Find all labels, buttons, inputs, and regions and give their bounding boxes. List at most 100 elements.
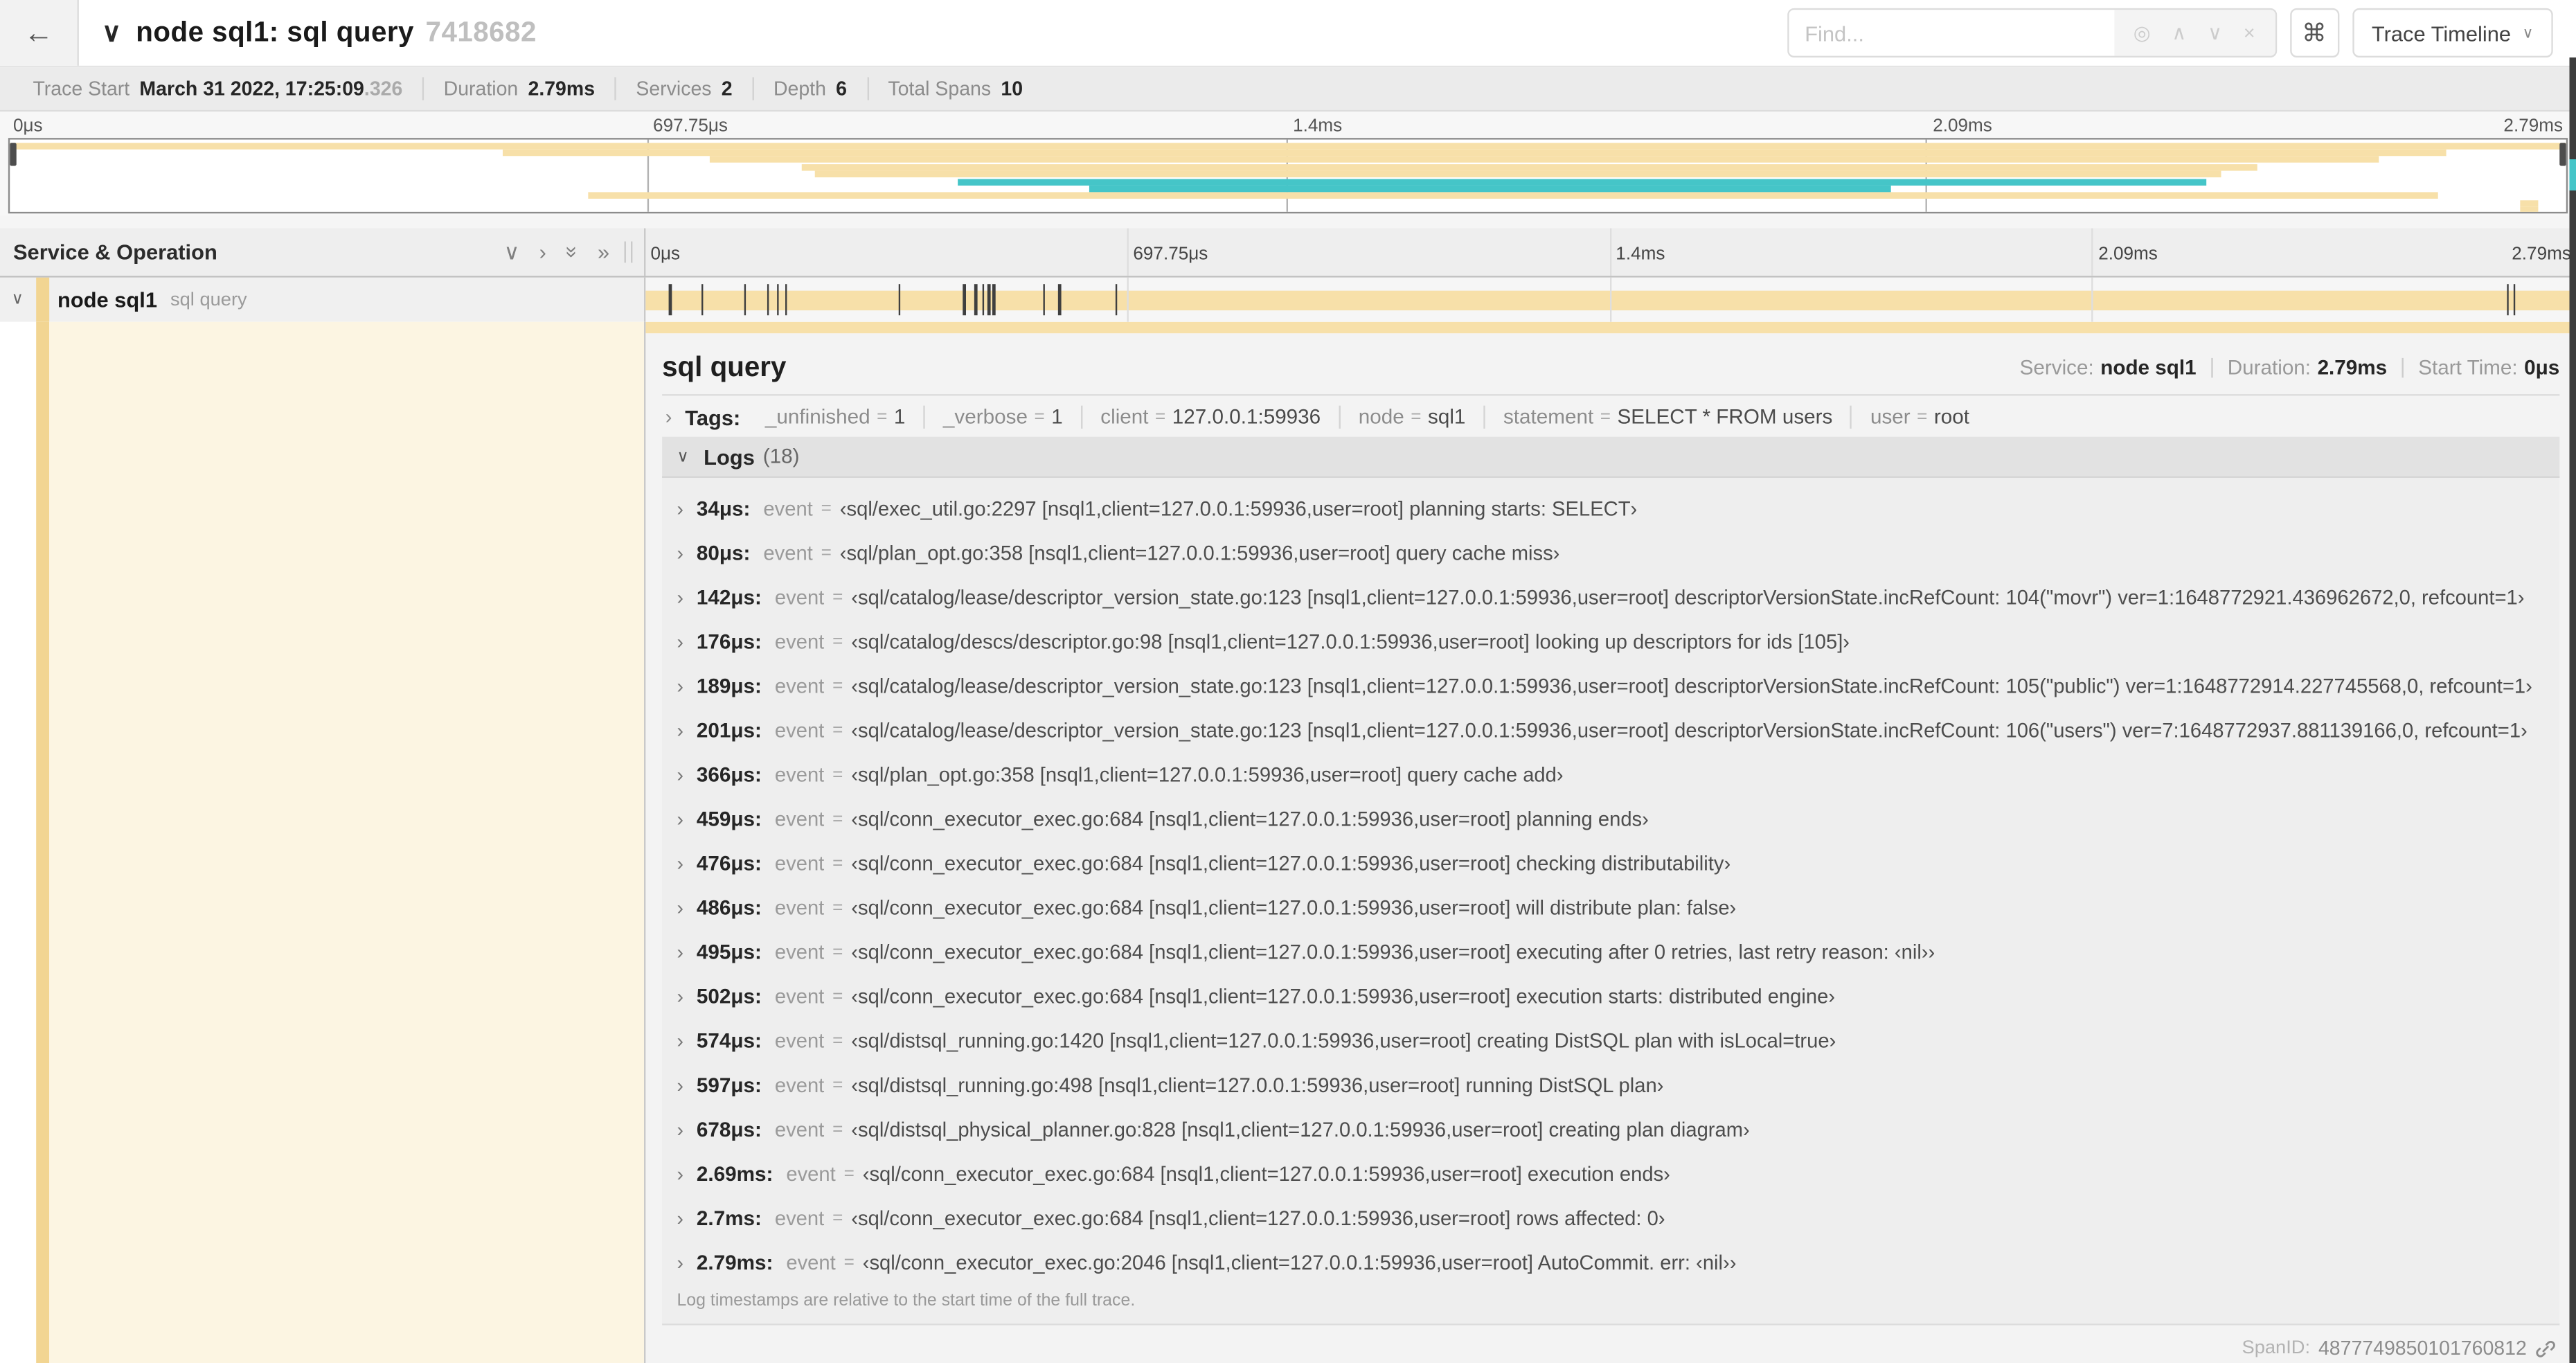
log-expand-chevron-icon[interactable]: › — [677, 1028, 696, 1051]
prev-match-icon[interactable]: ∧ — [2172, 23, 2186, 42]
log-marker[interactable] — [1042, 284, 1045, 316]
span-meta-item: Service: node sql1 — [2020, 355, 2197, 378]
log-marker[interactable] — [2514, 284, 2516, 316]
column-resize-grip[interactable] — [624, 241, 633, 263]
log-row[interactable]: › 2.7ms: event = ‹sql/conn_executor_exec.go:… — [677, 1195, 2559, 1240]
log-expand-chevron-icon[interactable]: › — [677, 1206, 696, 1229]
log-row[interactable]: › 2.79ms: event = ‹sql/conn_executor_exec.go… — [677, 1240, 2559, 1284]
expand-all-icon[interactable]: » — [598, 240, 609, 265]
tag-item[interactable]: user = root — [1850, 405, 1987, 429]
keyboard-shortcuts-button[interactable]: ⌘ — [2289, 8, 2339, 57]
log-field-key: event — [774, 763, 825, 786]
log-row[interactable]: › 176μs: event = ‹sql/catalog/descs/descript… — [677, 619, 2559, 663]
collapse-all-icon[interactable]: » — [560, 246, 584, 258]
log-marker[interactable] — [767, 284, 770, 316]
trace-collapse-chevron-icon[interactable]: ∨ — [102, 17, 121, 49]
expand-one-icon[interactable]: › — [539, 240, 546, 265]
span-operation-name: sql query — [170, 289, 247, 310]
log-marker[interactable] — [899, 284, 902, 316]
log-row[interactable]: › 201μs: event = ‹sql/catalog/lease/descript… — [677, 708, 2559, 752]
span-collapse-chevron-icon[interactable]: ∨ — [12, 291, 24, 309]
collapse-one-icon[interactable]: ∨ — [504, 239, 520, 265]
log-timestamp: 459μs: — [696, 807, 762, 830]
log-row[interactable]: › 574μs: event = ‹sql/distsql_running.go:142… — [677, 1018, 2559, 1062]
log-marker[interactable] — [701, 284, 704, 316]
logs-header[interactable]: ∨ Logs (18) — [662, 436, 2560, 478]
log-row[interactable]: › 80μs: event = ‹sql/plan_opt.go:358 [nsql1,… — [677, 531, 2559, 575]
log-row[interactable]: › 678μs: event = ‹sql/distsql_physical_plann… — [677, 1107, 2559, 1151]
log-marker[interactable] — [1058, 284, 1061, 316]
log-row[interactable]: › 189μs: event = ‹sql/catalog/lease/descript… — [677, 663, 2559, 708]
minimap-canvas[interactable] — [8, 138, 2568, 214]
span-row-timeline-cell[interactable] — [645, 277, 2576, 322]
log-expand-chevron-icon[interactable]: › — [677, 1162, 696, 1185]
log-row[interactable]: › 34μs: event = ‹sql/exec_util.go:2297 [nsql… — [677, 486, 2559, 531]
logs-collapse-chevron-icon[interactable]: ∨ — [677, 447, 688, 465]
log-expand-chevron-icon[interactable]: › — [677, 1074, 696, 1096]
view-selector-dropdown[interactable]: Trace Timeline ∨ — [2352, 8, 2553, 57]
log-expand-chevron-icon[interactable]: › — [677, 807, 696, 830]
log-expand-chevron-icon[interactable]: › — [677, 851, 696, 874]
next-match-icon[interactable]: ∨ — [2208, 23, 2222, 42]
span-meta-value: 2.79ms — [2317, 355, 2388, 379]
copy-link-icon[interactable] — [2535, 1337, 2557, 1359]
log-row[interactable]: › 366μs: event = ‹sql/plan_opt.go:358 [nsql1… — [677, 752, 2559, 796]
minimap-right-handle[interactable] — [2559, 143, 2566, 166]
log-expand-chevron-icon[interactable]: › — [677, 763, 696, 785]
log-marker[interactable] — [669, 284, 672, 316]
log-field-key: event — [774, 896, 825, 919]
log-row[interactable]: › 597μs: event = ‹sql/distsql_running.go:498… — [677, 1062, 2559, 1107]
log-expand-chevron-icon[interactable]: › — [677, 585, 696, 608]
back-button[interactable]: ← — [0, 0, 79, 66]
log-marker[interactable] — [987, 284, 990, 316]
log-row[interactable]: › 142μs: event = ‹sql/catalog/lease/descript… — [677, 575, 2559, 619]
log-row[interactable]: › 495μs: event = ‹sql/conn_executor_exec.go:… — [677, 929, 2559, 974]
vertical-scrollbar[interactable] — [2569, 57, 2576, 1363]
log-expand-chevron-icon[interactable]: › — [677, 630, 696, 652]
trace-info-label: Total Spans — [888, 77, 992, 100]
log-row[interactable]: › 486μs: event = ‹sql/conn_executor_exec.go:… — [677, 885, 2559, 929]
clear-find-icon[interactable]: × — [2244, 23, 2255, 42]
minimap-span-bar — [587, 193, 2439, 199]
span-detail-duration-bar[interactable] — [645, 321, 2576, 334]
log-row[interactable]: › 459μs: event = ‹sql/conn_executor_exec.go:… — [677, 796, 2559, 841]
tags-row[interactable]: › Tags: _unfinished = 1 _verbose = 1 client = 12… — [662, 398, 2559, 437]
equals-sign: = — [821, 498, 832, 519]
span-row[interactable]: ∨ node sql1 sql query — [0, 277, 2576, 322]
log-marker[interactable] — [981, 284, 985, 316]
log-marker[interactable] — [744, 284, 746, 316]
log-expand-chevron-icon[interactable]: › — [677, 674, 696, 697]
log-field-value: ‹sql/catalog/lease/descriptor_version_st… — [851, 585, 2525, 609]
log-row[interactable]: › 2.69ms: event = ‹sql/conn_executor_exec.go… — [677, 1151, 2559, 1195]
log-marker[interactable] — [776, 284, 779, 316]
log-marker[interactable] — [1114, 284, 1117, 316]
log-marker[interactable] — [963, 284, 966, 316]
find-input[interactable] — [1788, 10, 2114, 56]
log-marker[interactable] — [992, 284, 996, 316]
log-expand-chevron-icon[interactable]: › — [677, 940, 696, 963]
log-expand-chevron-icon[interactable]: › — [677, 497, 696, 519]
minimap-left-handle[interactable] — [10, 143, 17, 166]
tag-item[interactable]: statement = SELECT * FROM users — [1483, 405, 1851, 429]
log-row[interactable]: › 476μs: event = ‹sql/conn_executor_exec.go:… — [677, 841, 2559, 885]
log-row[interactable]: › 502μs: event = ‹sql/conn_executor_exec.go:… — [677, 974, 2559, 1018]
log-marker[interactable] — [974, 284, 978, 316]
log-expand-chevron-icon[interactable]: › — [677, 1118, 696, 1141]
section-spacer — [0, 215, 2576, 229]
span-meta-label: Duration: — [2227, 355, 2311, 379]
log-expand-chevron-icon[interactable]: › — [677, 718, 696, 741]
span-row-name-cell[interactable]: ∨ node sql1 sql query — [0, 277, 646, 322]
tag-item[interactable]: _unfinished = 1 — [747, 406, 924, 429]
log-marker[interactable] — [2507, 284, 2510, 316]
target-icon[interactable]: ◎ — [2134, 23, 2151, 42]
log-expand-chevron-icon[interactable]: › — [677, 984, 696, 1007]
tags-expand-chevron-icon[interactable]: › — [665, 406, 672, 429]
log-marker[interactable] — [785, 284, 787, 316]
tag-item[interactable]: _verbose = 1 — [923, 405, 1080, 429]
tag-item[interactable]: node = sql1 — [1339, 405, 1483, 429]
log-expand-chevron-icon[interactable]: › — [677, 896, 696, 918]
tag-item[interactable]: client = 127.0.0.1:59936 — [1080, 405, 1339, 429]
service-operation-header: Service & Operation ∨ › » » — [0, 228, 646, 276]
log-expand-chevron-icon[interactable]: › — [677, 541, 696, 564]
log-expand-chevron-icon[interactable]: › — [677, 1251, 696, 1274]
